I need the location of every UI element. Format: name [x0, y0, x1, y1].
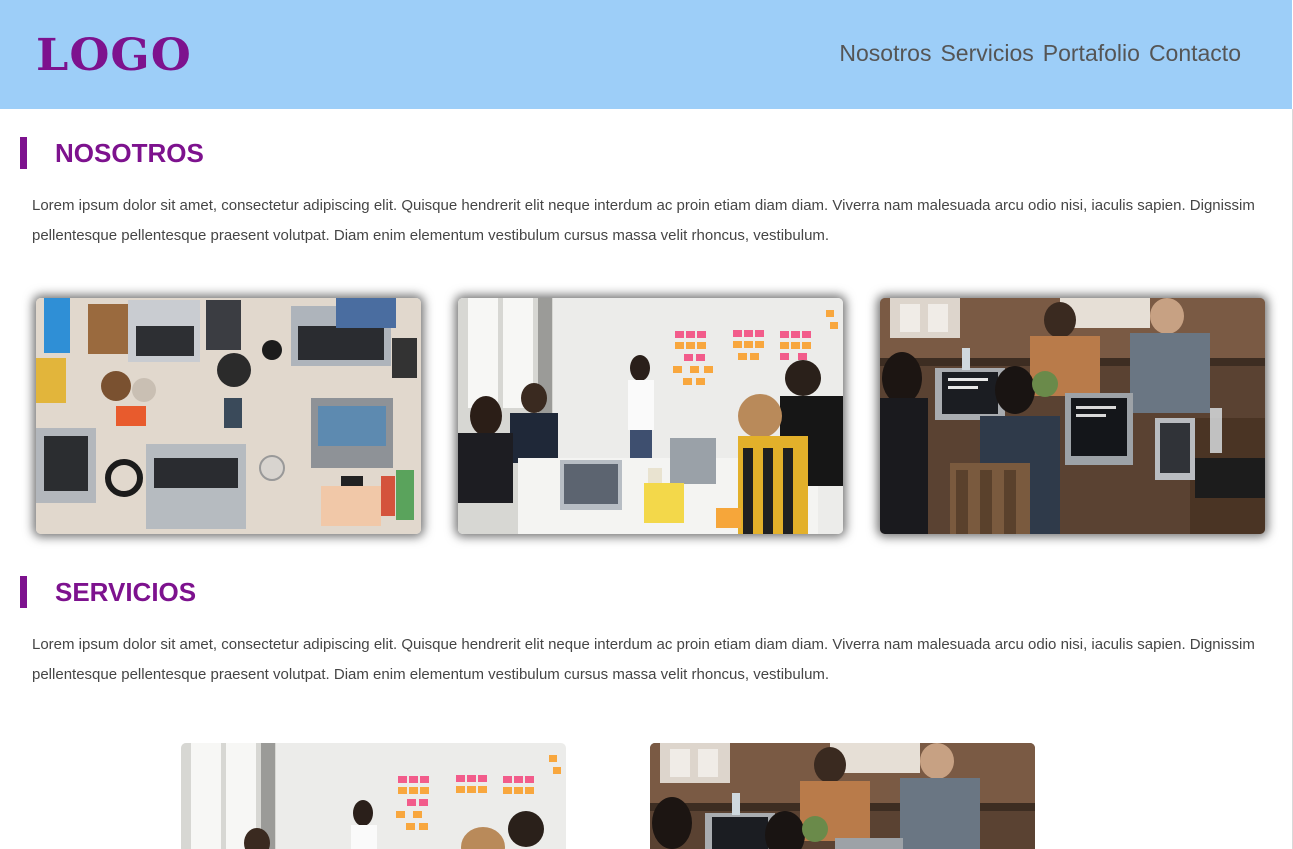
- nav-link-portafolio[interactable]: Portafolio: [1043, 36, 1140, 70]
- main-nav: Nosotros Servicios Portafolio Contacto: [839, 36, 1241, 70]
- section-title: SERVICIOS: [55, 577, 197, 607]
- section-text-nosotros: Lorem ipsum dolor sit amet, consectetur …: [32, 197, 1255, 244]
- photo-team-laptops: [880, 298, 1265, 534]
- photo-meeting-presentation: [458, 298, 843, 534]
- section-title: NOSOTROS: [55, 138, 204, 168]
- nav-link-contacto[interactable]: Contacto: [1149, 36, 1241, 70]
- nav-link-servicios[interactable]: Servicios: [940, 36, 1033, 70]
- logo[interactable]: LOGO: [36, 29, 192, 80]
- photo-team-laptops: [650, 743, 1035, 849]
- heading-accent-bar: [20, 137, 27, 169]
- site-header: LOGO Nosotros Servicios Portafolio Conta…: [0, 0, 1292, 109]
- nav-link-nosotros[interactable]: Nosotros: [839, 36, 931, 70]
- section-text-servicios: Lorem ipsum dolor sit amet, consectetur …: [32, 636, 1255, 683]
- heading-accent-bar: [20, 576, 27, 608]
- photo-desk-topdown: [36, 298, 421, 534]
- photo-meeting-presentation: [181, 743, 566, 849]
